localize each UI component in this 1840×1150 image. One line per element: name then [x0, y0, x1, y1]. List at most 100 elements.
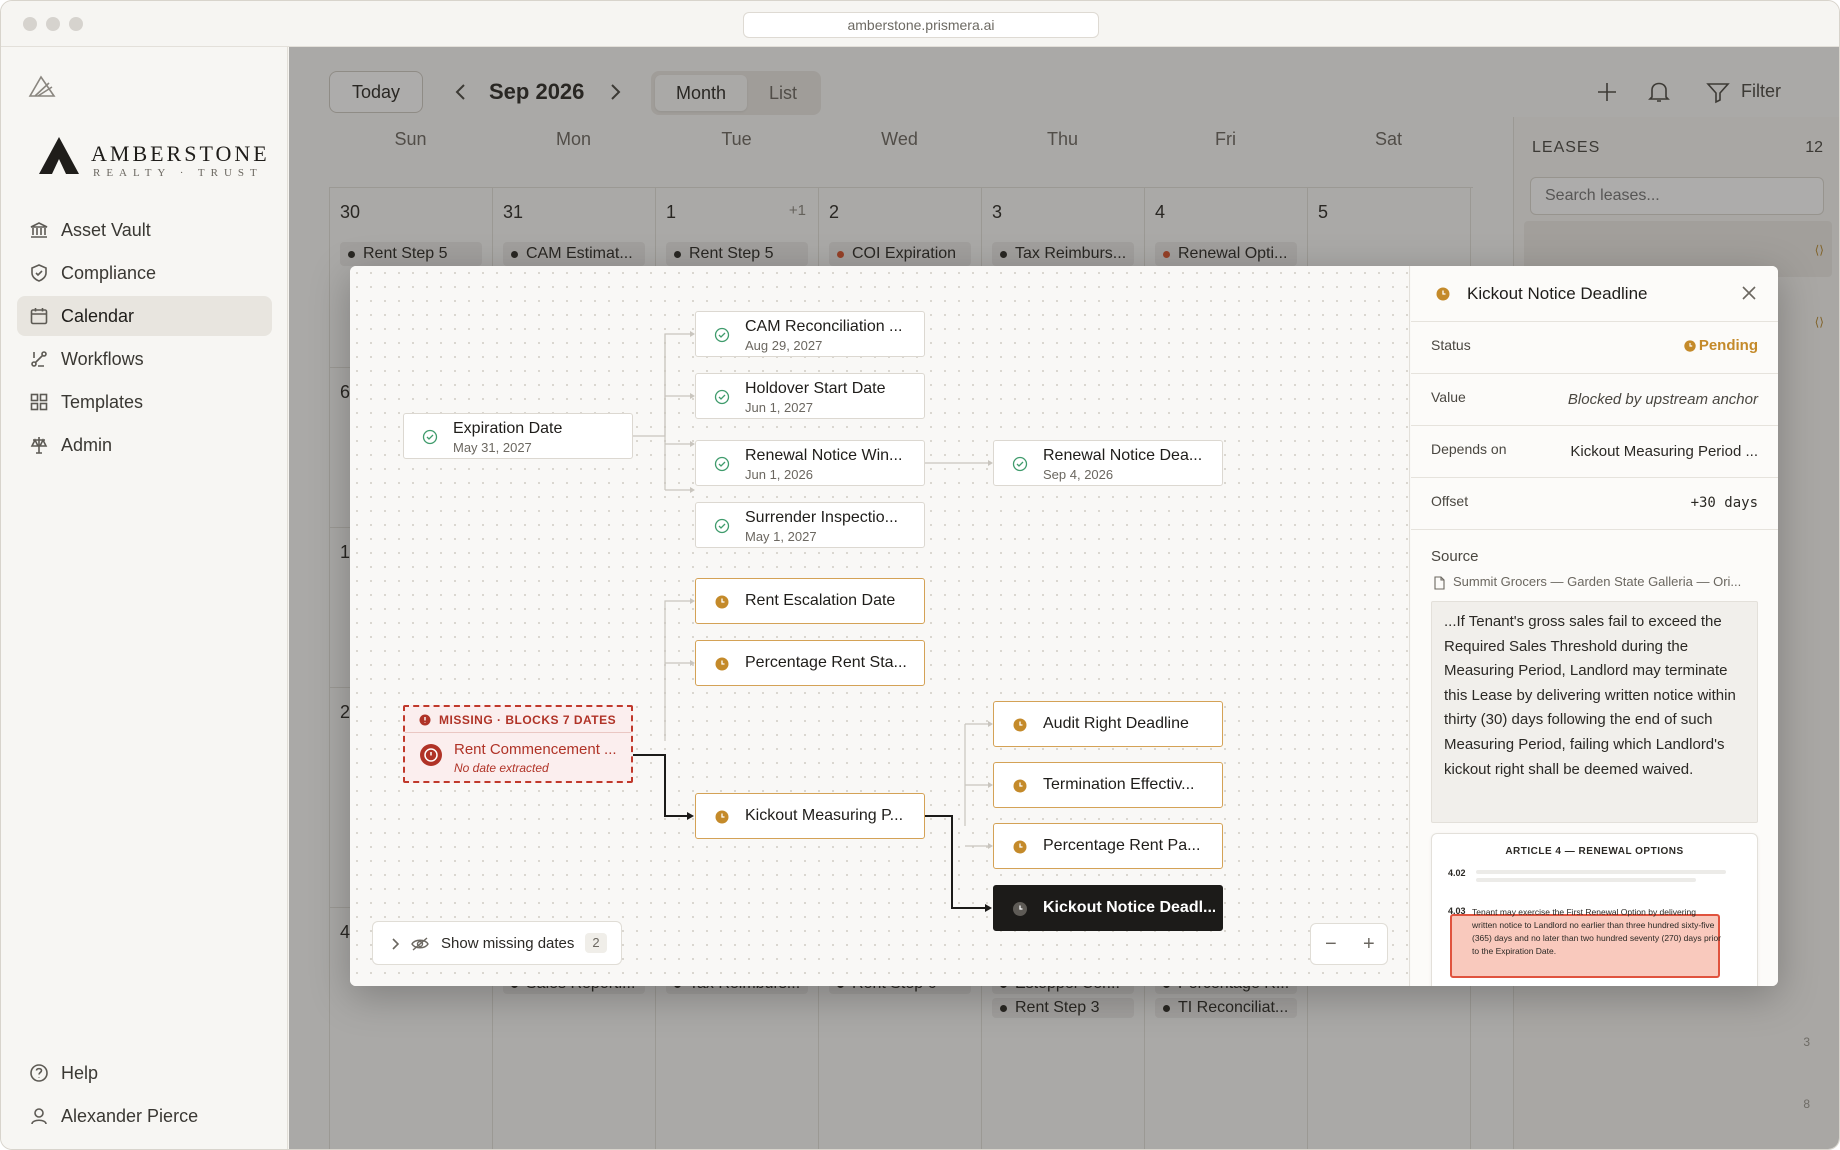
detail-header: Kickout Notice Deadline — [1411, 266, 1778, 322]
detail-title: Kickout Notice Deadline — [1467, 284, 1648, 303]
node-title: Termination Effectiv... — [1043, 776, 1195, 793]
check-circle-icon — [714, 456, 730, 472]
sidebar-item-templates[interactable]: Templates — [17, 382, 272, 422]
detail-row-value: Value Blocked by upstream anchor — [1411, 374, 1778, 426]
edge-kickout-branches — [964, 723, 988, 847]
window-close-control[interactable] — [23, 17, 37, 31]
node-date: May 31, 2027 — [453, 440, 532, 455]
chevron-right-icon — [392, 938, 400, 950]
window-zoom-control[interactable] — [69, 17, 83, 31]
calendar-icon — [30, 308, 48, 325]
doc-section-number: 4.03 — [1448, 906, 1466, 916]
missing-anchor-node[interactable]: MISSING · BLOCKS 7 DATES Rent Commenceme… — [403, 705, 633, 783]
sidebar-item-workflows[interactable]: Workflows — [17, 339, 272, 379]
missing-count-badge: 2 — [585, 933, 607, 953]
node-cam-reconciliation[interactable]: CAM Reconciliation ... Aug 29, 2027 — [695, 311, 925, 357]
sidebar-item-calendar[interactable]: Calendar — [17, 296, 272, 336]
source-file-link[interactable]: Summit Grocers — Garden State Galleria —… — [1453, 574, 1763, 589]
node-date: Jun 1, 2026 — [745, 467, 813, 482]
check-circle-icon — [714, 389, 730, 405]
clock-icon — [1013, 840, 1027, 854]
clock-icon — [1013, 718, 1027, 732]
missing-title: Rent Commencement ... — [454, 741, 617, 758]
missing-subtitle: No date extracted — [454, 761, 549, 775]
node-renewal-notice-deadline[interactable]: Renewal Notice Dea... Sep 4, 2026 — [993, 440, 1223, 486]
detail-row-status: Status Pending — [1411, 322, 1778, 374]
detail-label: Status — [1431, 337, 1471, 353]
check-circle-icon — [714, 518, 730, 534]
sidebar-item-label: Calendar — [61, 305, 135, 326]
node-holdover-start[interactable]: Holdover Start Date Jun 1, 2027 — [695, 373, 925, 419]
doc-section-number: 4.02 — [1448, 868, 1466, 878]
admin-icon — [30, 437, 48, 454]
node-rent-escalation[interactable]: Rent Escalation Date — [695, 578, 925, 624]
node-title: Renewal Notice Win... — [745, 447, 903, 464]
node-date: May 1, 2027 — [745, 529, 817, 544]
node-title: Audit Right Deadline — [1043, 715, 1189, 732]
graph-canvas[interactable]: Expiration Date May 31, 2027 CAM Reconci… — [350, 266, 1410, 986]
brand-name: AMBERSTONE — [91, 141, 270, 166]
node-percentage-rent-start[interactable]: Percentage Rent Sta... — [695, 640, 925, 686]
zoom-controls: − + — [1310, 923, 1388, 965]
edge-rent-branches — [664, 600, 690, 741]
eye-off-icon — [411, 937, 429, 951]
app-window: amberstone.prismera.ai AMBERSTONE REALTY… — [0, 0, 1840, 1150]
user-menu[interactable]: Alexander Pierce — [17, 1096, 272, 1136]
detail-value: Blocked by upstream anchor — [1567, 391, 1758, 408]
doc-line — [1476, 870, 1726, 874]
detail-row-depends-on[interactable]: Depends on Kickout Measuring Period ... — [1411, 426, 1778, 478]
help-icon — [30, 1064, 48, 1082]
sidebar-item-admin[interactable]: Admin — [17, 425, 272, 465]
zoom-in-button[interactable]: + — [1363, 933, 1375, 956]
date-detail-panel: Kickout Notice Deadline Status Pending V… — [1411, 266, 1778, 986]
clock-icon — [1013, 902, 1027, 916]
browser-titlebar: amberstone.prismera.ai — [1, 1, 1839, 47]
node-percentage-rent-payment[interactable]: Percentage Rent Pa... — [993, 823, 1223, 869]
address-bar[interactable]: amberstone.prismera.ai — [743, 12, 1099, 38]
prismera-logo-icon[interactable] — [27, 73, 57, 104]
clock-icon — [1013, 779, 1027, 793]
source-quote: ...If Tenant's gross sales fail to excee… — [1431, 601, 1758, 823]
window-minimize-control[interactable] — [46, 17, 60, 31]
node-title: Rent Escalation Date — [745, 592, 896, 609]
node-termination-effective[interactable]: Termination Effectiv... — [993, 762, 1223, 808]
status-badge: Pending — [1698, 337, 1758, 354]
brand-tagline: REALTY · TRUST — [93, 167, 263, 179]
sidebar-item-help[interactable]: Help — [17, 1053, 272, 1093]
show-missing-dates-button[interactable]: Show missing dates 2 — [372, 921, 622, 965]
node-title: Kickout Measuring P... — [745, 807, 904, 824]
detail-label: Value — [1431, 389, 1466, 405]
close-icon[interactable] — [1738, 282, 1760, 304]
sidebar-item-label: Asset Vault — [61, 219, 151, 240]
amberstone-logo-icon — [39, 137, 79, 174]
user-name: Alexander Pierce — [61, 1105, 199, 1126]
sidebar-item-asset-vault[interactable]: Asset Vault — [17, 210, 272, 250]
sidebar-item-label: Admin — [61, 434, 113, 455]
node-kickout-notice-deadline[interactable]: Kickout Notice Deadl... — [993, 885, 1223, 931]
node-renewal-notice-window[interactable]: Renewal Notice Win... Jun 1, 2026 — [695, 440, 925, 486]
user-icon — [31, 1108, 47, 1125]
doc-highlight-text: Tenant may exercise the First Renewal Op… — [1472, 907, 1722, 956]
clock-icon — [1436, 287, 1450, 301]
sidebar-item-compliance[interactable]: Compliance — [17, 253, 272, 293]
depends-on-link[interactable]: Kickout Measuring Period ... — [1570, 443, 1758, 460]
node-date: Sep 4, 2026 — [1043, 467, 1114, 482]
missing-header: MISSING · BLOCKS 7 DATES — [405, 707, 631, 733]
shield-icon — [31, 264, 47, 282]
zoom-out-button[interactable]: − — [1325, 933, 1337, 956]
node-date: Aug 29, 2027 — [745, 338, 823, 353]
node-expiration-date[interactable]: Expiration Date May 31, 2027 — [403, 413, 633, 459]
node-audit-right-deadline[interactable]: Audit Right Deadline — [993, 701, 1223, 747]
node-surrender-inspection[interactable]: Surrender Inspectio... May 1, 2027 — [695, 502, 925, 548]
node-title: Percentage Rent Sta... — [745, 654, 907, 671]
document-preview[interactable]: ARTICLE 4 — RENEWAL OPTIONS 4.02 4.03 Te… — [1431, 833, 1758, 986]
amberstone-brand: AMBERSTONE REALTY · TRUST — [37, 135, 267, 180]
dependency-graph-modal: Expiration Date May 31, 2027 CAM Reconci… — [350, 266, 1778, 986]
workflow-icon — [31, 351, 47, 367]
node-title: CAM Reconciliation ... — [745, 318, 903, 335]
source-label: Source — [1431, 548, 1479, 565]
check-circle-icon — [714, 327, 730, 343]
node-kickout-measuring-period[interactable]: Kickout Measuring P... — [695, 793, 925, 839]
clock-icon — [715, 810, 729, 824]
detail-row-offset: Offset +30 days — [1411, 478, 1778, 530]
